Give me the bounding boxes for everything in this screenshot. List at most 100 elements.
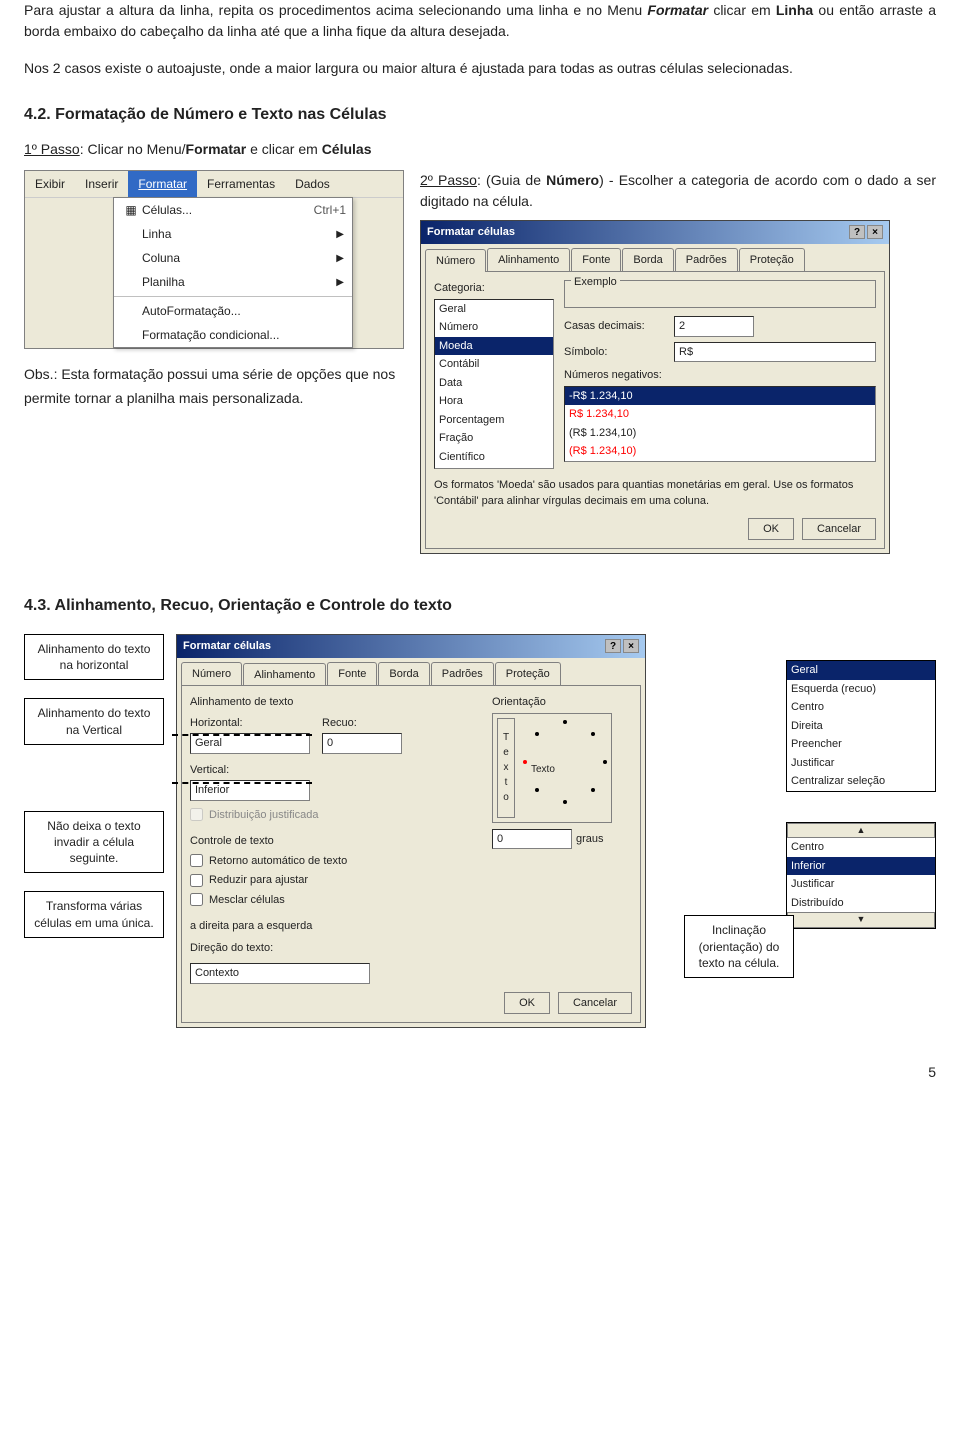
vlist-justificar[interactable]: Justificar [787, 875, 935, 894]
neg-1[interactable]: R$ 1.234,10 [565, 405, 875, 424]
neg-0[interactable]: -R$ 1.234,10 [565, 387, 875, 406]
tab2-fonte[interactable]: Fonte [327, 662, 377, 686]
ret-label: Retorno automático de texto [209, 853, 347, 870]
ok-button[interactable]: OK [748, 518, 794, 541]
tab-borda-label: Borda [633, 254, 662, 266]
tab-padroes[interactable]: Padrões [675, 248, 738, 272]
tab-alinhamento[interactable]: Alinhamento [487, 248, 570, 272]
menubar-inserir-label: Inserir [85, 177, 118, 191]
close-button[interactable]: × [867, 225, 883, 239]
tab2-alinh[interactable]: Alinhamento [243, 663, 326, 687]
cat-data[interactable]: Data [435, 374, 553, 393]
cat-numero[interactable]: Número [435, 318, 553, 337]
hlist-preencher[interactable]: Preencher [787, 735, 935, 754]
graus-spinner[interactable]: 0 [492, 829, 572, 850]
hlist-justificar[interactable]: Justificar [787, 754, 935, 773]
neg-2[interactable]: (R$ 1.234,10) [565, 424, 875, 443]
vlist-centro[interactable]: Centro [787, 838, 935, 857]
cat-fracao[interactable]: Fração [435, 429, 553, 448]
vlist-inferior[interactable]: Inferior [787, 857, 935, 876]
scroll-up-icon[interactable]: ▲ [787, 823, 935, 839]
tab-padroes-label: Padrões [686, 254, 727, 266]
close-button[interactable]: × [623, 639, 639, 653]
help-button[interactable]: ? [605, 639, 621, 653]
passo1-celulas: Células [322, 141, 372, 157]
categoria-listbox[interactable]: Geral Número Moeda Contábil Data Hora Po… [434, 299, 554, 469]
menu-celulas-label: Células... [142, 201, 302, 219]
orientation-control[interactable]: T e x t o [492, 713, 612, 823]
passo1-d: e clicar em [246, 141, 321, 157]
dialog-title: Formatar células [427, 224, 515, 241]
tab2-numero[interactable]: Número [181, 662, 242, 686]
hlist-centro[interactable]: Centro [787, 698, 935, 717]
chevron-right-icon: ▶ [336, 275, 344, 290]
tab2-protecao[interactable]: Proteção [495, 662, 561, 686]
ok-button-2[interactable]: OK [504, 992, 550, 1015]
tab-numero[interactable]: Número [425, 249, 486, 273]
simbolo-combobox[interactable]: R$ [674, 342, 876, 363]
menu-condformat-label: Formatação condicional... [142, 326, 346, 344]
help-button[interactable]: ? [849, 225, 865, 239]
menu-coluna[interactable]: Coluna▶ [114, 246, 352, 270]
menu-linha[interactable]: Linha▶ [114, 222, 352, 246]
menu-planilha[interactable]: Planilha▶ [114, 270, 352, 294]
menubar-ferramentas[interactable]: Ferramentas [197, 171, 285, 197]
simbolo-value: R$ [679, 346, 693, 358]
format-cells-dialog-alignment: Formatar células ? × Número Alinhamento … [176, 634, 646, 1028]
vertical-dropdown-list[interactable]: ▲ Centro Inferior Justificar Distribuído… [786, 822, 936, 929]
distjust-checkbox [190, 808, 203, 821]
ov-x: x [504, 760, 509, 775]
menu-condformat[interactable]: Formatação condicional... [114, 323, 352, 347]
tab2-numero-lbl: Número [192, 668, 231, 680]
cancel-button[interactable]: Cancelar [802, 518, 876, 541]
cat-hora[interactable]: Hora [435, 392, 553, 411]
menubar-inserir[interactable]: Inserir [75, 171, 128, 197]
menu-celulas[interactable]: ▦ Células... Ctrl+1 [114, 198, 352, 222]
mesc-label: Mesclar células [209, 892, 285, 909]
graus-label: graus [576, 831, 604, 848]
tab-protecao[interactable]: Proteção [739, 248, 805, 272]
horizontal-combobox[interactable]: Geral [190, 733, 310, 754]
dir-esq-grp-label: a direita para a esquerda [190, 918, 478, 935]
ov-o: o [503, 790, 509, 805]
cat-texto[interactable]: Texto [435, 466, 553, 469]
cat-contabil[interactable]: Contábil [435, 355, 553, 374]
tab2-borda[interactable]: Borda [378, 662, 429, 686]
vlist-dist[interactable]: Distribuído [787, 894, 935, 913]
menubar-formatar[interactable]: Formatar [128, 171, 197, 197]
cat-porcent[interactable]: Porcentagem [435, 411, 553, 430]
scroll-down-icon[interactable]: ▼ [787, 912, 935, 928]
tab2-padroes[interactable]: Padrões [431, 662, 494, 686]
vertical-val: Inferior [195, 784, 229, 796]
cat-geral[interactable]: Geral [435, 300, 553, 319]
format-cells-dialog-number: Formatar células ? × Número Alinhamento … [420, 220, 890, 554]
ret-checkbox[interactable] [190, 854, 203, 867]
direcao-combobox[interactable]: Contexto [190, 963, 370, 984]
casas-spinner[interactable]: 2 [674, 316, 754, 337]
cancel-button-2[interactable]: Cancelar [558, 992, 632, 1015]
menubar-dados[interactable]: Dados [285, 171, 340, 197]
tab-borda[interactable]: Borda [622, 248, 673, 272]
sec-align-label: Alinhamento de texto [190, 694, 478, 711]
negativos-listbox[interactable]: -R$ 1.234,10 R$ 1.234,10 (R$ 1.234,10) (… [564, 386, 876, 462]
recuo-spinner[interactable]: 0 [322, 733, 402, 754]
menu-autoformat[interactable]: AutoFormatação... [114, 296, 352, 323]
cat-moeda[interactable]: Moeda [435, 337, 553, 356]
red-label: Reduzir para ajustar [209, 872, 308, 889]
neg-3[interactable]: (R$ 1.234,10) [565, 442, 875, 461]
tab-fonte[interactable]: Fonte [571, 248, 621, 272]
cat-cientifico[interactable]: Científico [435, 448, 553, 467]
mesc-checkbox[interactable] [190, 893, 203, 906]
tab2-fonte-lbl: Fonte [338, 668, 366, 680]
passo2-numero: Número [546, 172, 599, 188]
formatar-submenu: ▦ Células... Ctrl+1 Linha▶ Coluna▶ Plani… [113, 197, 353, 348]
hlist-esquerda[interactable]: Esquerda (recuo) [787, 680, 935, 699]
red-checkbox[interactable] [190, 874, 203, 887]
p1-formatar: Formatar [647, 2, 708, 18]
hlist-direita[interactable]: Direita [787, 717, 935, 736]
menubar-exibir[interactable]: Exibir [25, 171, 75, 197]
hlist-geral[interactable]: Geral [787, 661, 935, 680]
horizontal-dropdown-list[interactable]: Geral Esquerda (recuo) Centro Direita Pr… [786, 660, 936, 792]
hlist-centralizarsel[interactable]: Centralizar seleção [787, 772, 935, 791]
vertical-label: Vertical: [190, 762, 478, 779]
